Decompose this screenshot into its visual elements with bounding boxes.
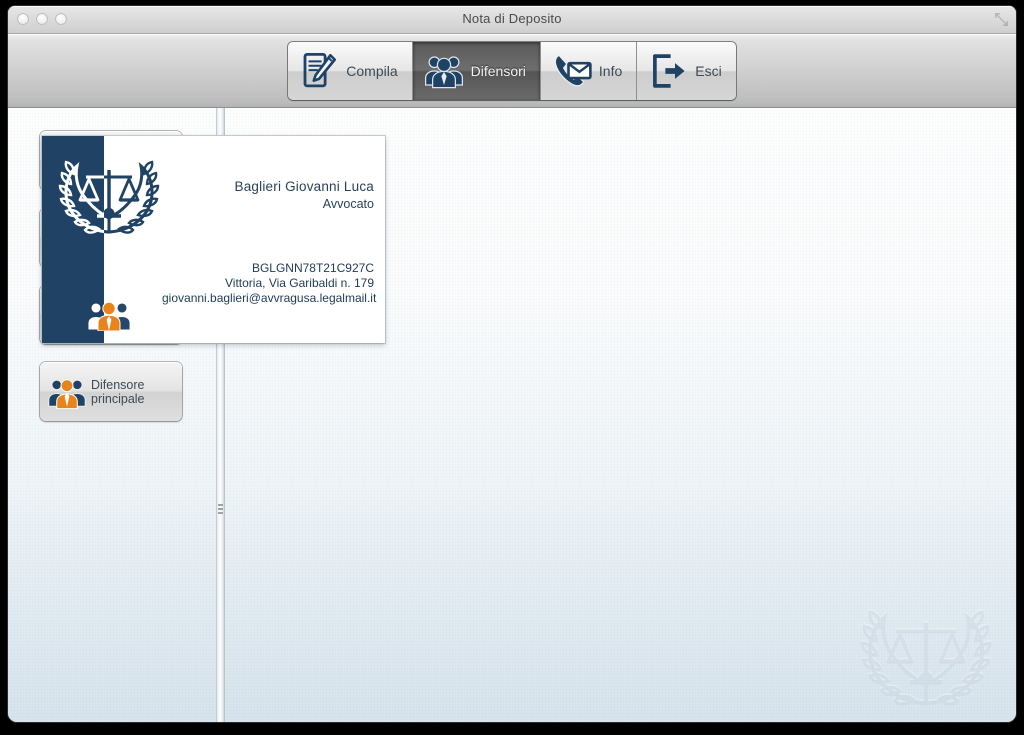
card-text-block: Baglieri Giovanni Luca Avvocato BGLGNN78… <box>162 136 377 343</box>
card-fiscal-code: BGLGNN78T21C927C <box>251 261 374 275</box>
people-group-icon <box>424 55 463 88</box>
content-area: Aggiungi difensore Modifica difensore <box>8 108 1016 722</box>
toolbar-button-info[interactable]: Info <box>540 41 638 100</box>
card-defender-name: Baglieri Giovanni Luca <box>234 179 374 194</box>
defender-card[interactable]: Baglieri Giovanni Luca Avvocato BGLGNN78… <box>42 136 385 343</box>
scales-laurel-icon <box>58 160 160 235</box>
main-toolbar: Compila Difensori Info Esci <box>8 34 1016 108</box>
toolbar-label-difensori: Difensori <box>470 62 526 79</box>
page-title: Nota di Deposito <box>462 11 562 26</box>
fullscreen-icon[interactable] <box>995 13 1008 26</box>
exit-arrow-icon <box>653 53 685 88</box>
toolbar-button-group: Compila Difensori Info Esci <box>288 41 736 100</box>
sidebar-label-difensore-principale: Difensore principale <box>91 377 145 406</box>
people-star-icon <box>48 378 86 409</box>
app-window: Nota di Deposito Compila Difensori Info … <box>8 6 1016 722</box>
card-address: Vittoria, Via Garibaldi n. 179 <box>225 276 374 290</box>
toolbar-button-compila[interactable]: Compila <box>288 41 413 100</box>
sidebar-item-difensore-principale[interactable]: Difensore principale <box>40 362 182 421</box>
title-bar: Nota di Deposito <box>8 6 1016 34</box>
card-defender-role: Avvocato <box>322 197 374 211</box>
toolbar-button-difensori[interactable]: Difensori <box>412 41 541 100</box>
splitter-grip[interactable] <box>218 504 223 514</box>
phone-envelope-icon <box>554 53 592 86</box>
card-contact-block: BGLGNN78T21C927C Vittoria, Via Garibaldi… <box>162 261 377 306</box>
document-pencil-icon <box>303 52 337 87</box>
scales-laurel-watermark <box>856 599 996 711</box>
toolbar-label-compila: Compila <box>346 62 398 79</box>
toolbar-button-esci[interactable]: Esci <box>637 41 736 100</box>
toolbar-label-esci: Esci <box>695 62 722 79</box>
principal-defender-icon <box>87 301 131 331</box>
card-email: giovanni.baglieri@avvragusa.legalmail.it <box>162 291 377 305</box>
toolbar-label-info: Info <box>598 62 623 79</box>
